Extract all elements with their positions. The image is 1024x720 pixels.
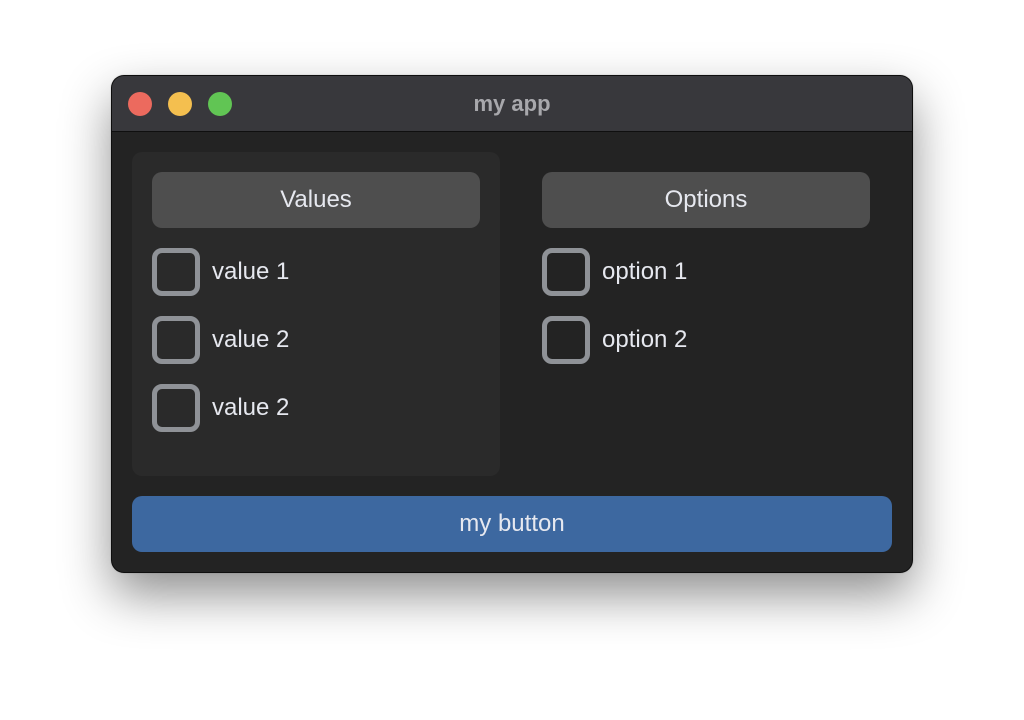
checkbox-label: value 1 — [212, 258, 290, 285]
value-checkbox-row[interactable]: value 2 — [152, 316, 480, 364]
value-checkbox-row[interactable]: value 1 — [152, 248, 480, 296]
checkbox[interactable] — [542, 316, 590, 364]
app-window: my app Values value 1 value 2 value 2 Op… — [112, 76, 912, 572]
title-bar[interactable]: my app — [112, 76, 912, 132]
checkbox[interactable] — [542, 248, 590, 296]
my-button[interactable]: my button — [132, 496, 892, 552]
options-header-button[interactable]: Options — [542, 172, 870, 228]
option-checkbox-row[interactable]: option 1 — [542, 248, 870, 296]
option-checkbox-row[interactable]: option 2 — [542, 316, 870, 364]
checkbox-label: option 2 — [602, 326, 688, 353]
checkbox[interactable] — [152, 384, 200, 432]
checkbox[interactable] — [152, 248, 200, 296]
value-checkbox-row[interactable]: value 2 — [152, 384, 480, 432]
checkbox-label: value 2 — [212, 326, 290, 353]
options-column: Options option 1 option 2 — [542, 172, 870, 364]
checkbox[interactable] — [152, 316, 200, 364]
window-title: my app — [473, 91, 551, 116]
values-header-button[interactable]: Values — [152, 172, 480, 228]
checkbox-label: value 2 — [212, 394, 290, 421]
values-column: Values value 1 value 2 value 2 — [152, 172, 480, 432]
checkbox-label: option 1 — [602, 258, 688, 285]
